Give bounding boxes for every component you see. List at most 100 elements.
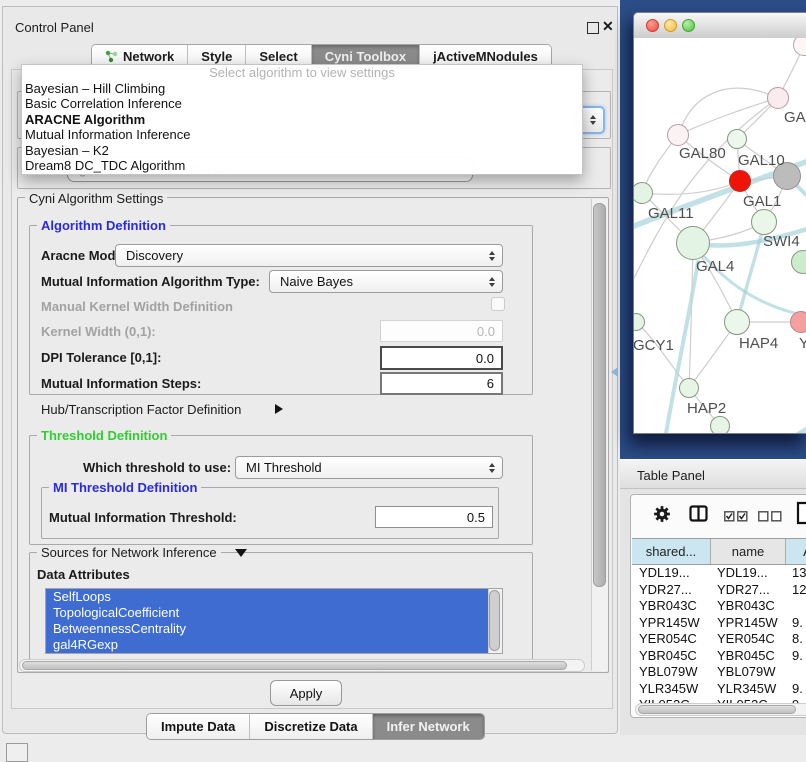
attributes-scrollbar-thumb[interactable] <box>489 590 500 651</box>
algorithm-list-item[interactable]: Dream8 DC_TDC Algorithm <box>22 158 582 173</box>
cell-shared-name: YBR043C <box>632 598 711 615</box>
cell-name: YLR345W <box>711 681 786 698</box>
settings-hscrollbar-thumb[interactable] <box>22 661 567 670</box>
apply-button[interactable]: Apply <box>270 680 342 706</box>
split-columns-icon[interactable] <box>689 505 708 527</box>
table-panel-titlebar: Table Panel <box>620 459 806 489</box>
mi-threshold-field[interactable]: 0.5 <box>375 506 493 528</box>
manual-kernel-checkbox[interactable] <box>491 297 505 311</box>
bottom-tab-label: Discretize Data <box>264 719 357 734</box>
mi-steps-field[interactable]: 6 <box>380 372 503 395</box>
cell-value: 9. <box>786 648 806 665</box>
algorithm-dropdown-popup: Select algorithm to view settings Bayesi… <box>21 64 583 175</box>
dpi-tolerance-label: DPI Tolerance [0,1]: <box>41 350 161 365</box>
cell-value: 9. <box>786 681 806 698</box>
spinner-arrows-icon <box>489 277 495 287</box>
mi-steps-label: Mutual Information Steps: <box>41 376 201 391</box>
algorithm-list-item[interactable]: ARACNE Algorithm <box>22 112 582 127</box>
network-icon <box>105 50 118 63</box>
hub-section-label[interactable]: Hub/Transcription Factor Definition <box>41 402 241 417</box>
cell-shared-name: YDR27... <box>632 582 711 599</box>
cell-shared-name: YER054C <box>632 631 711 648</box>
table-column-header[interactable]: name <box>711 539 786 564</box>
network-node[interactable] <box>790 311 806 333</box>
network-node[interactable] <box>667 124 689 146</box>
tab-label: jActiveMNodules <box>433 49 538 64</box>
network-node[interactable] <box>727 129 747 149</box>
bottom-left-partial-button[interactable] <box>6 743 28 762</box>
table-row[interactable]: YER054C YER054C 8. <box>632 631 806 648</box>
algorithm-list-item[interactable]: Mutual Information Inference <box>22 127 582 142</box>
network-node-label: GAL10 <box>738 152 785 169</box>
column-label: name <box>732 544 765 559</box>
tab-label: Cyni Toolbox <box>325 49 406 64</box>
data-attribute-item[interactable]: BetweennessCentrality <box>46 621 502 637</box>
table-panel: shared... name A YDL19... YDL19... 13 YD <box>630 494 806 718</box>
deselect-all-checkboxes-icon[interactable] <box>758 509 782 527</box>
network-node[interactable] <box>729 170 751 192</box>
table-body: YDL19... YDL19... 13 YDR27... YDR27... 1… <box>632 565 806 703</box>
collapse-arrow-icon[interactable] <box>235 549 247 557</box>
network-node[interactable] <box>724 309 750 335</box>
cell-value: 13 <box>786 565 806 582</box>
network-node[interactable] <box>676 226 710 260</box>
kernel-width-field[interactable]: 0.0 <box>380 320 503 342</box>
table-header: shared... name A <box>632 538 806 565</box>
close-traffic-light-icon[interactable] <box>646 19 659 32</box>
settings-gear-icon[interactable] <box>653 505 671 528</box>
sources-group-title[interactable]: Sources for Network Inference <box>37 545 221 560</box>
bottom-tab[interactable]: Discretize Data <box>250 714 372 739</box>
cyni-settings-group-title: Cyni Algorithm Settings <box>25 191 167 206</box>
data-attribute-item[interactable]: gal4RGexp <box>46 637 502 653</box>
aracne-mode-combo[interactable]: Discovery <box>115 244 503 267</box>
data-attribute-item[interactable]: TopologicalCoefficient <box>46 605 502 621</box>
cell-name: YER054C <box>711 631 786 648</box>
table-row[interactable]: YDR27... YDR27... 12 <box>632 582 806 599</box>
bottom-tabs: Impute Data Discretize Data Infer Networ… <box>146 713 485 740</box>
algorithm-definition-title: Algorithm Definition <box>37 218 170 233</box>
data-attribute-item[interactable]: SelfLoops <box>46 589 502 605</box>
settings-scrollbar-thumb[interactable] <box>593 203 606 587</box>
manual-kernel-label: Manual Kernel Width Definition <box>41 299 233 314</box>
table-hscrollbar-thumb[interactable] <box>638 705 796 714</box>
algorithm-list-item[interactable]: Bayesian – K2 <box>22 143 582 158</box>
network-node-label: HAP4 <box>739 335 778 352</box>
settings-hscrollbar-track[interactable] <box>19 659 585 672</box>
table-row[interactable]: YDL19... YDL19... 13 <box>632 565 806 582</box>
table-row[interactable]: YBL079W YBL079W <box>632 664 806 681</box>
network-node[interactable] <box>710 416 730 433</box>
float-window-icon[interactable] <box>587 22 599 34</box>
file-icon[interactable] <box>796 501 806 530</box>
table-row[interactable]: YLR345W YLR345W 9. <box>632 681 806 698</box>
table-row[interactable]: YPR145W YPR145W 9. <box>632 615 806 632</box>
network-node-label: GAL11 <box>648 205 694 222</box>
algorithm-list-item[interactable]: Basic Correlation Inference <box>22 96 582 111</box>
select-all-checkboxes-icon[interactable] <box>724 509 748 527</box>
cell-value <box>786 598 806 615</box>
which-threshold-combo[interactable]: MI Threshold <box>235 456 503 479</box>
expand-arrow-icon[interactable] <box>275 404 283 414</box>
table-column-header[interactable]: shared... <box>632 539 711 564</box>
network-node[interactable] <box>751 209 777 235</box>
network-node[interactable] <box>767 87 789 109</box>
table-column-header[interactable]: A <box>786 539 806 564</box>
network-window-titlebar[interactable] <box>634 13 806 39</box>
tab-label: Select <box>259 49 297 64</box>
zoom-traffic-light-icon[interactable] <box>682 19 695 32</box>
spinner-arrows-icon <box>489 251 495 261</box>
table-row[interactable]: YBR043C YBR043C <box>632 598 806 615</box>
table-row[interactable]: YBR045C YBR045C 9. <box>632 648 806 665</box>
dpi-tolerance-field[interactable]: 0.0 <box>380 346 503 370</box>
bottom-tab[interactable]: Impute Data <box>147 714 250 739</box>
table-hscrollbar-track[interactable] <box>635 703 806 716</box>
table-panel-section: Table Panel <box>620 459 806 735</box>
minimize-traffic-light-icon[interactable] <box>664 19 677 32</box>
algorithm-list-item[interactable]: Bayesian – Hill Climbing <box>22 81 582 96</box>
network-canvas[interactable]: GALGAL80GAL10GAL1GAL11SWI4GAL4GCY1HAP4YH… <box>634 38 806 433</box>
control-panel-title: Control Panel <box>15 20 94 35</box>
network-node[interactable] <box>679 378 699 398</box>
mi-type-combo[interactable]: Naive Bayes <box>269 270 503 293</box>
close-icon[interactable]: ✕ <box>602 18 614 35</box>
bottom-tab[interactable]: Infer Network <box>373 714 484 739</box>
splitter-collapse-icon[interactable] <box>611 367 618 377</box>
